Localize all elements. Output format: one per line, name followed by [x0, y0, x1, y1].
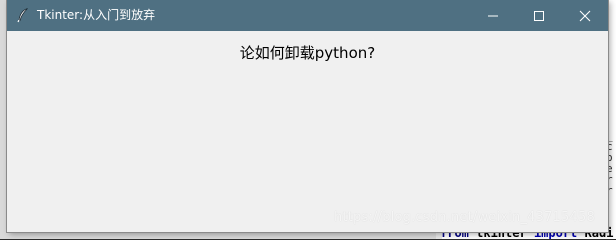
desktop: _ c p e r r from tkinter import Radi Tki…: [0, 0, 616, 239]
window-client-area: 论如何卸载python?: [7, 31, 608, 232]
minimize-icon: [488, 15, 498, 16]
tk-window: Tkinter:从入门到放弃 论如何卸载python?: [7, 0, 608, 232]
close-icon: [579, 10, 591, 21]
question-label: 论如何卸载python?: [239, 44, 376, 62]
window-title: Tkinter:从入门到放弃: [37, 8, 156, 22]
maximize-button[interactable]: [516, 0, 562, 31]
close-button[interactable]: [562, 0, 608, 31]
csdn-watermark: https://blog.csdn.net/weixin_43715458: [334, 210, 595, 225]
minimize-button[interactable]: [470, 0, 516, 31]
maximize-icon: [534, 10, 544, 21]
window-titlebar[interactable]: Tkinter:从入门到放弃: [7, 0, 608, 31]
feather-icon: [17, 8, 28, 23]
